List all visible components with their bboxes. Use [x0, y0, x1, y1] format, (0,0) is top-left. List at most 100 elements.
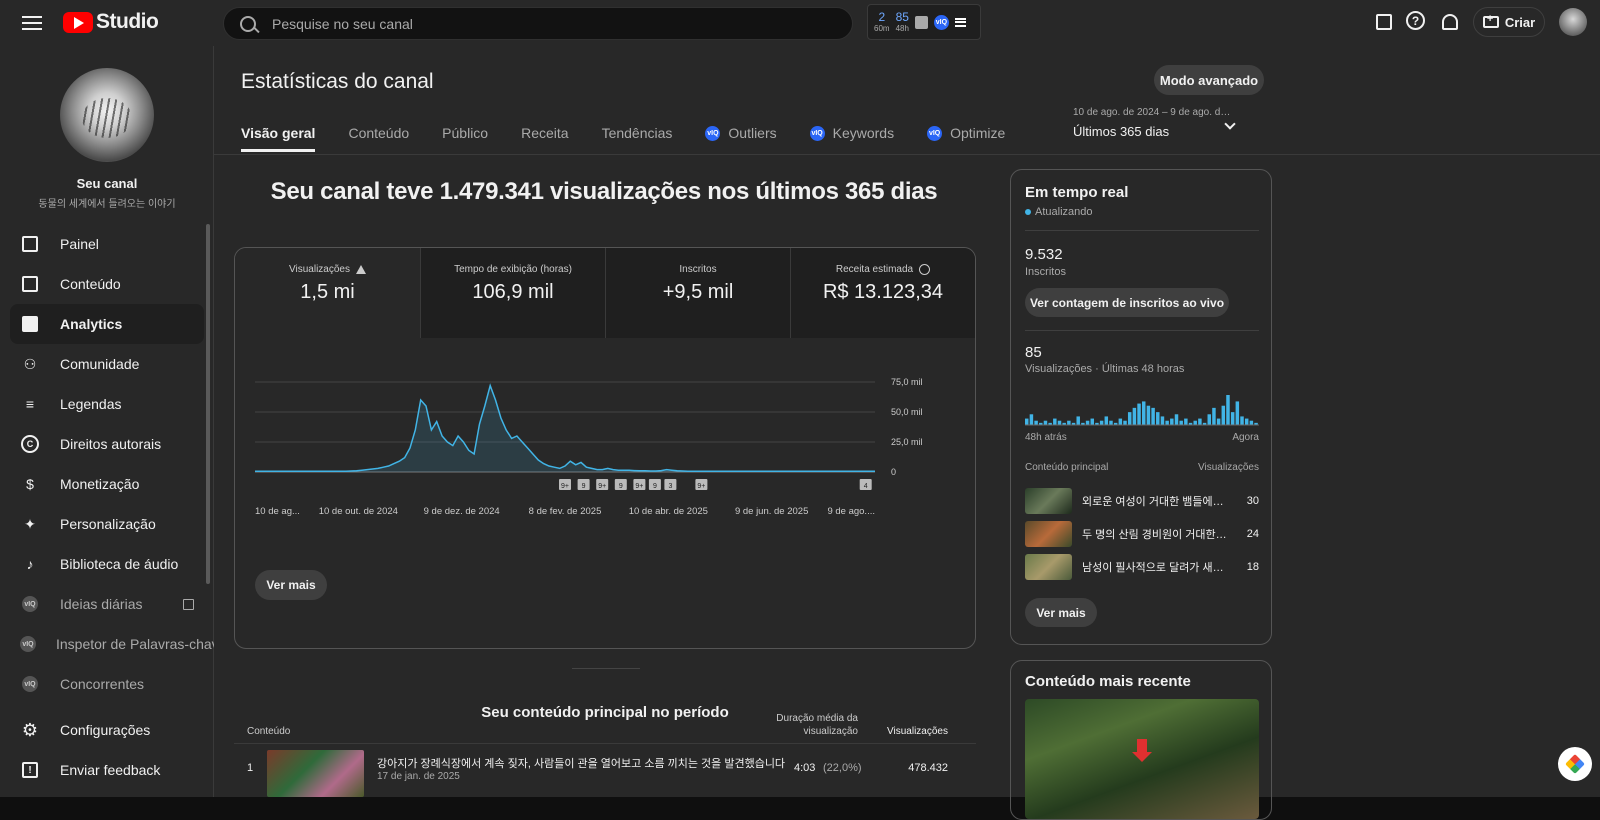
search-bar — [223, 7, 853, 40]
x-tick-label: 10 de abr. de 2025 — [629, 506, 708, 517]
help-icon[interactable]: ? — [1406, 11, 1425, 30]
notification-bell-icon[interactable] — [1439, 11, 1461, 33]
video-thumbnail[interactable] — [1025, 521, 1072, 547]
tab-receita[interactable]: Receita — [521, 114, 568, 152]
sidebar-item-ideias-diarias[interactable]: vIQ Ideias diárias — [10, 584, 204, 624]
sidebar-item-conteudo[interactable]: Conteúdo — [10, 264, 204, 304]
message-icon[interactable] — [1373, 11, 1395, 33]
video-thumbnail[interactable] — [1025, 488, 1072, 514]
sparkline-bar — [1240, 416, 1244, 425]
realtime-see-more-button[interactable]: Ver mais — [1025, 598, 1097, 627]
search-icon[interactable] — [240, 15, 256, 32]
clock-icon — [919, 264, 931, 275]
metric-views[interactable]: Visualizações 1,5 mi — [235, 248, 420, 338]
sparkline-bar — [1067, 420, 1071, 425]
sparkline-bar — [1151, 407, 1155, 425]
metric-revenue[interactable]: Receita estimada R$ 13.123,34 — [790, 248, 975, 338]
channel-avatar[interactable] — [60, 68, 154, 162]
search-input[interactable] — [272, 15, 812, 32]
recent-video-thumbnail[interactable] — [1025, 699, 1259, 819]
sidebar-item-comunidade[interactable]: ⚇ Comunidade — [10, 344, 204, 384]
divider — [1025, 330, 1259, 331]
date-range-label: Últimos 365 dias — [1073, 124, 1170, 139]
subtitles-icon: ≡ — [25, 396, 35, 412]
sidebar-item-inspetor-palavras-chave[interactable]: vIQ Inspetor de Palavras-chav — [10, 624, 219, 664]
overview-card: Visualizações 1,5 mi Tempo de exibição (… — [234, 247, 976, 649]
assistant-fab-button[interactable] — [1558, 747, 1592, 781]
views-chart[interactable]: 0 25,0 mil 50,0 mil 75,0 mil 9+ 9 9+ 9 9+ 9 3 9+ 4 10… — [253, 372, 953, 562]
menu-icon[interactable] — [20, 12, 44, 34]
list-item[interactable]: 남성이 필사적으로 달려가 새끼 코끼리를 18 — [1025, 554, 1259, 580]
divider — [1025, 230, 1259, 231]
sidebar-scrollbar[interactable] — [206, 224, 210, 584]
sidebar-item-enviar-feedback[interactable]: ! Enviar feedback — [10, 750, 204, 790]
sparkline-bar — [1193, 420, 1197, 425]
date-range-selector[interactable]: 10 de ago. de 2024 – 9 de ago. de 2025 Ú… — [1073, 107, 1273, 139]
tab-visao-geral[interactable]: Visão geral — [241, 114, 316, 152]
sparkline-bar — [1142, 401, 1146, 425]
col-views[interactable]: Visualizações — [874, 726, 948, 737]
vidiq-stats-widget[interactable]: 2 60m 85 48h vIQ — [867, 4, 981, 40]
menu-lines-icon[interactable] — [954, 17, 966, 27]
sparkline-bar — [1043, 420, 1048, 425]
tab-tendencias[interactable]: Tendências — [602, 114, 673, 152]
sparkline-bar — [1249, 420, 1254, 425]
table-row[interactable]: 1 강아지가 장례식장에서 계속 짖자, 사람들이 관을 열어보고 소름 끼치는… — [234, 745, 976, 797]
video-thumbnail[interactable] — [267, 750, 364, 797]
vidiq-icon: vIQ — [20, 634, 36, 654]
views-line[interactable] — [255, 383, 875, 473]
realtime-title: Em tempo real — [1025, 184, 1129, 201]
youtube-studio-logo[interactable]: Studio — [63, 10, 159, 34]
external-link-icon — [183, 598, 194, 610]
realtime-views-sparkline[interactable] — [1025, 392, 1259, 426]
sidebar-item-monetizacao[interactable]: $ Monetização — [10, 464, 204, 504]
advanced-mode-button[interactable]: Modo avançado — [1154, 65, 1264, 95]
sidebar-item-biblioteca-de-audio[interactable]: ♪ Biblioteca de áudio — [10, 544, 204, 584]
create-video-icon — [1482, 13, 1499, 28]
col-content: Conteúdo — [247, 726, 291, 737]
tab-conteudo[interactable]: Conteúdo — [348, 114, 409, 152]
col-avg-duration[interactable]: Duração média da visualização — [754, 712, 858, 738]
analytics-icon — [20, 314, 40, 334]
sidebar-item-analytics[interactable]: Analytics — [10, 304, 204, 344]
overview-headline: Seu canal teve 1.479.341 visualizações n… — [270, 178, 938, 205]
metric-watch-time[interactable]: Tempo de exibição (horas) 106,9 mil — [420, 248, 605, 338]
video-title[interactable]: 강아지가 장례식장에서 계속 짖자, 사람들이 관을 열어보고 소름 끼치는 것… — [377, 755, 785, 771]
bar-chart-icon[interactable] — [914, 15, 928, 29]
sparkline-bar — [1230, 412, 1235, 425]
list-item[interactable]: 두 명의 산림 경비원이 거대한 비단뱀을 24 — [1025, 521, 1259, 547]
sidebar-item-legendas[interactable]: ≡ Legendas — [10, 384, 204, 424]
sidebar-item-configuracoes[interactable]: ⚙ Configurações — [10, 710, 204, 750]
overview-see-more-button[interactable]: Ver mais — [255, 570, 327, 600]
sparkline-bar — [1090, 418, 1094, 425]
create-button[interactable]: Criar — [1473, 7, 1545, 37]
tab-optimize[interactable]: vIQ Optimize — [927, 114, 1005, 152]
list-item[interactable]: 외로운 여성이 거대한 뱀들에게 둘러싸여 30 — [1025, 488, 1259, 514]
tab-keywords[interactable]: vIQ Keywords — [809, 114, 894, 152]
sparkline-bar — [1235, 401, 1240, 425]
tab-publico[interactable]: Público — [442, 114, 488, 152]
sidebar-item-personalizacao[interactable]: ✦ Personalização — [10, 504, 204, 544]
sparkline-bar — [1179, 420, 1183, 425]
sidebar-item-painel[interactable]: Painel — [10, 224, 204, 264]
sidebar: Seu canal 동물의 세계에서 들려오는 이야기 Painel Conte… — [0, 46, 219, 797]
sparkline-bar — [1160, 416, 1165, 425]
publish-marker-label: 9 — [582, 483, 586, 490]
sparkline-bar — [1057, 420, 1062, 425]
video-thumbnail[interactable] — [1025, 554, 1072, 580]
live-subscriber-count-button[interactable]: Ver contagem de inscritos ao vivo — [1025, 288, 1229, 317]
vidiq-icon[interactable]: vIQ — [933, 14, 949, 30]
metric-subscribers[interactable]: Inscritos +9,5 mil — [605, 248, 790, 338]
account-avatar[interactable] — [1559, 8, 1587, 36]
x-tick-label: 8 de fev. de 2025 — [529, 506, 602, 517]
sidebar-item-concorrentes[interactable]: vIQ Concorrentes — [10, 664, 204, 704]
publish-marker-label: 3 — [668, 483, 672, 490]
sparkline-bar — [1137, 403, 1141, 425]
sidebar-item-direitos-autorais[interactable]: C Direitos autorais — [10, 424, 204, 464]
sparkline-bar — [1053, 418, 1057, 425]
create-label: Criar — [1504, 14, 1536, 30]
copyright-icon: C — [20, 434, 40, 454]
youtube-play-icon — [63, 11, 93, 33]
publish-marker-label: 9 — [619, 483, 623, 490]
tab-outliers[interactable]: vIQ Outliers — [705, 114, 777, 152]
